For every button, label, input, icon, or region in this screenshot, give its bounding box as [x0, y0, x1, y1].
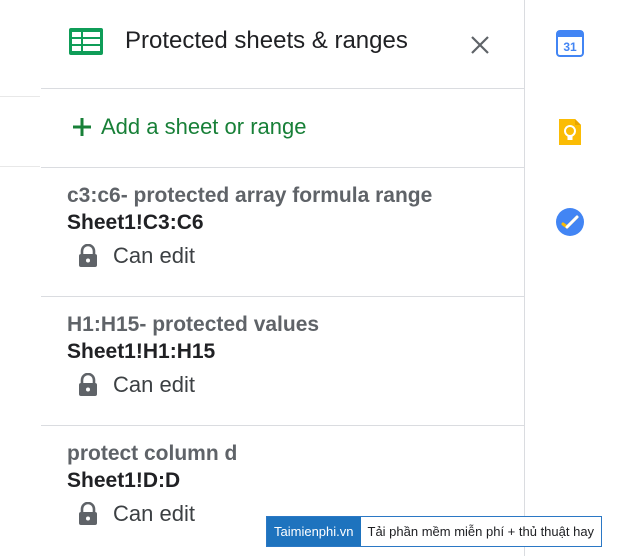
divider	[41, 88, 524, 89]
protected-range-item[interactable]: c3:c6- protected array formula range She…	[41, 168, 524, 296]
range-description: protect column d	[67, 442, 238, 465]
permission-row: Can edit	[77, 501, 195, 527]
range-reference: Sheet1!D:D	[67, 469, 181, 492]
tasks-icon[interactable]	[555, 207, 585, 237]
sheets-icon	[69, 28, 103, 55]
calendar-icon[interactable]: 31	[555, 28, 585, 58]
lock-icon	[79, 502, 97, 525]
watermark-slogan: Tải phần mềm miễn phí + thủ thuật hay	[367, 524, 595, 539]
panel-title: Protected sheets & ranges	[125, 27, 408, 54]
permission-label: Can edit	[113, 243, 195, 268]
permission-label: Can edit	[113, 501, 195, 526]
watermark: Taimienphi.vn Tải phần mềm miễn phí + th…	[266, 516, 603, 547]
close-button[interactable]	[465, 30, 495, 60]
side-panel-rail: 31	[525, 0, 627, 556]
lock-icon	[79, 373, 97, 396]
gridline	[0, 166, 40, 167]
close-icon	[471, 36, 489, 54]
protected-ranges-panel: Protected sheets & ranges Add a sheet or…	[41, 0, 525, 556]
panel-header: Protected sheets & ranges	[41, 0, 524, 88]
range-description: c3:c6- protected array formula range	[67, 184, 433, 207]
range-reference: Sheet1!C3:C6	[67, 211, 204, 234]
spreadsheet-edge	[0, 0, 42, 556]
plus-icon	[73, 118, 91, 136]
gridline	[0, 96, 40, 97]
protected-range-item[interactable]: H1:H15- protected values Sheet1!H1:H15 C…	[41, 297, 524, 425]
watermark-brand: Taimienphi.vn	[267, 517, 361, 546]
range-reference: Sheet1!H1:H15	[67, 340, 216, 363]
permission-label: Can edit	[113, 372, 195, 397]
keep-icon[interactable]	[555, 117, 585, 147]
add-sheet-or-range-button[interactable]: Add a sheet or range	[71, 114, 306, 140]
calendar-day-label: 31	[563, 40, 577, 54]
permission-row: Can edit	[77, 243, 195, 269]
lock-icon	[79, 244, 97, 267]
permission-row: Can edit	[77, 372, 195, 398]
range-description: H1:H15- protected values	[67, 313, 320, 336]
add-sheet-or-range-label: Add a sheet or range	[101, 114, 307, 139]
